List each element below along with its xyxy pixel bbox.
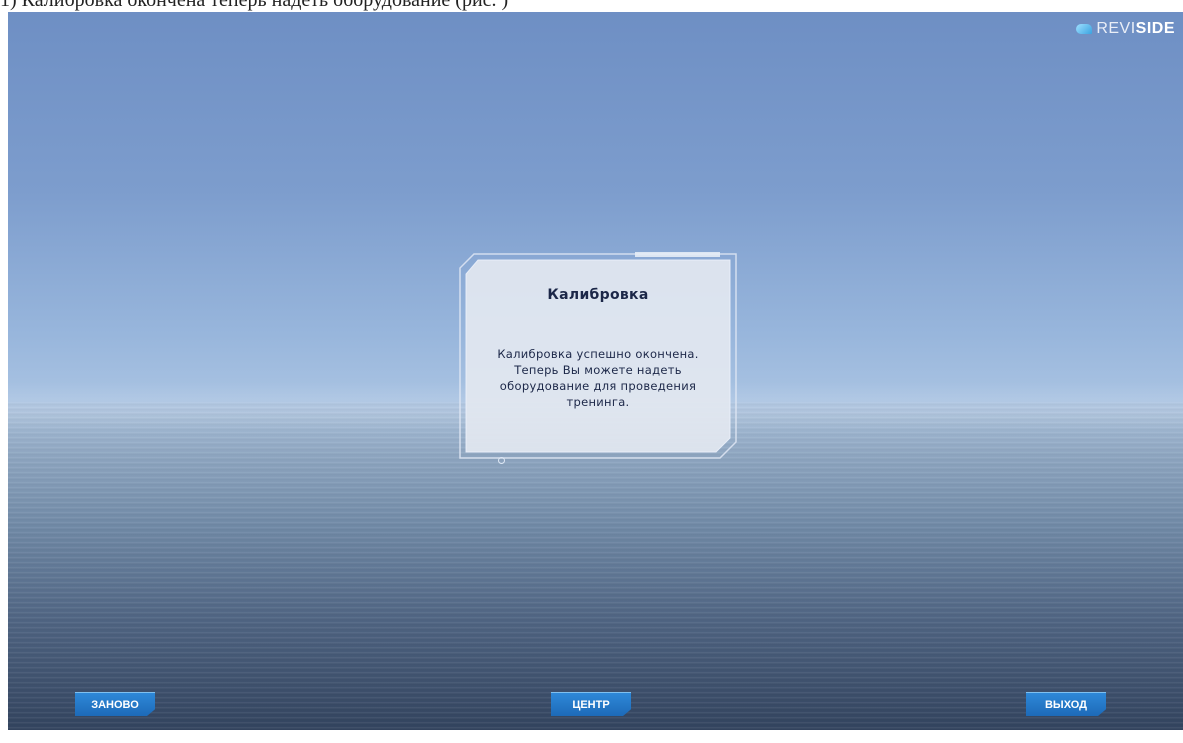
logo-text: REVISIDE [1096, 20, 1175, 38]
center-button[interactable]: ЦЕНТР [551, 692, 631, 716]
reviside-logo: REVISIDE [1076, 20, 1175, 38]
dialog-corner-dot [498, 457, 505, 464]
dialog-title: Калибровка [547, 287, 649, 303]
logo-text-bold: SIDE [1135, 20, 1175, 37]
restart-button[interactable]: ЗАНОВО [75, 692, 155, 716]
dialog-message: Калибровка успешно окончена. Теперь Вы м… [480, 346, 716, 410]
document-caption-strip: 1) Калибровка окончена теперь надеть обо… [0, 0, 1183, 12]
calibration-dialog: Калибровка Калибровка успешно окончена. … [458, 252, 738, 464]
dialog-message-line: оборудование для проведения [499, 379, 697, 393]
document-caption: 1) Калибровка окончена теперь надеть обо… [0, 0, 509, 11]
dialog-message-line: тренинга. [566, 395, 630, 409]
app-viewport: REVISIDE Калибровка Калибровка успешно о… [8, 12, 1183, 730]
logo-icon [1076, 24, 1093, 34]
logo-text-light: REVI [1096, 20, 1136, 37]
exit-button[interactable]: ВЫХОД [1026, 692, 1106, 716]
dialog-message-line: Калибровка успешно окончена. [497, 347, 699, 361]
dialog-tab-accent [635, 252, 720, 257]
dialog-message-line: Теперь Вы можете надеть [514, 363, 682, 377]
